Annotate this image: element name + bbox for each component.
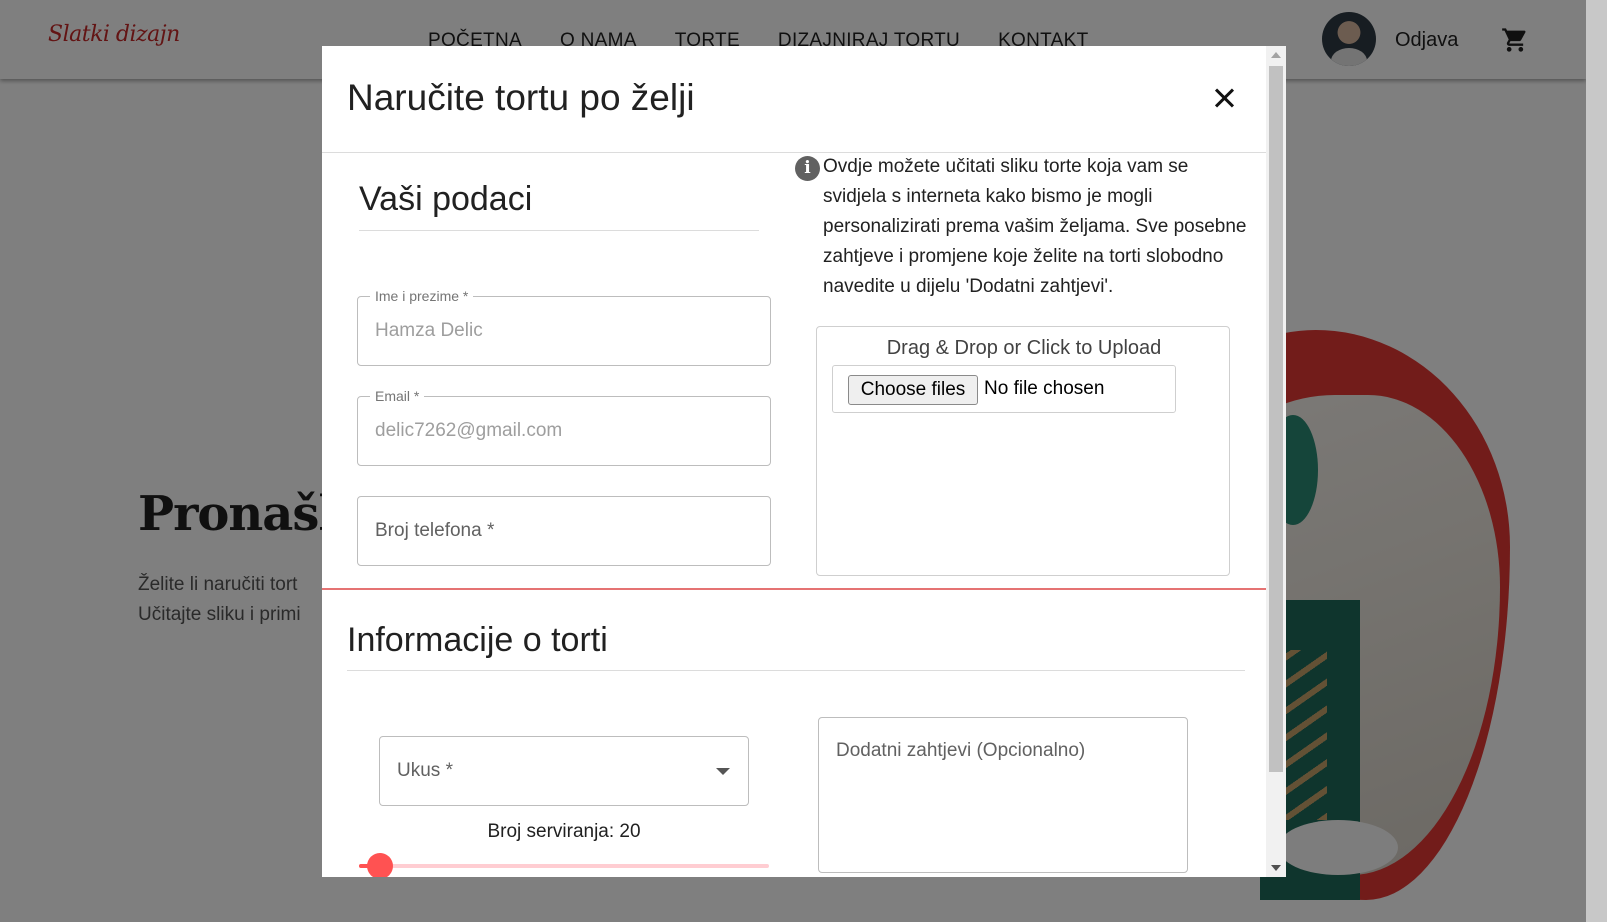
servings-label: Broj serviranja: 20: [487, 821, 641, 842]
extra-requests-textarea[interactable]: Dodatni zahtjevi (Opcionalno): [818, 717, 1188, 873]
phone-field[interactable]: Broj telefona *: [357, 496, 771, 566]
flavor-select[interactable]: Ukus *: [379, 736, 749, 806]
order-cake-modal: Naručite tortu po želji Vaši podaci Ime …: [322, 46, 1286, 877]
servings-slider[interactable]: [359, 853, 769, 877]
no-file-text: No file chosen: [984, 378, 1105, 399]
name-field-value: Hamza Delic: [375, 320, 483, 341]
page-scrollbar[interactable]: [1586, 0, 1607, 922]
email-field-value: delic7262@gmail.com: [375, 420, 563, 441]
upload-info-text: Ovdje možete učitati sliku torte koja va…: [823, 156, 1247, 297]
scroll-up-arrow-icon[interactable]: [1271, 52, 1281, 58]
section-divider: [322, 588, 1266, 590]
upload-dropzone-label: Drag & Drop or Click to Upload: [886, 337, 1162, 359]
close-icon[interactable]: [1211, 85, 1237, 111]
dropdown-arrow-icon: [716, 768, 730, 775]
modal-header: Naručite tortu po želji: [322, 46, 1266, 153]
modal-scrollbar-thumb[interactable]: [1269, 66, 1283, 772]
email-field-label: Email *: [370, 388, 425, 404]
file-input[interactable]: Choose files No file chosen: [832, 365, 1176, 413]
personal-section-title: Vaši podaci: [359, 180, 533, 218]
extra-requests-placeholder: Dodatni zahtjevi (Opcionalno): [836, 740, 1086, 761]
modal-title: Naručite tortu po želji: [347, 77, 695, 118]
email-field[interactable]: Email * delic7262@gmail.com: [357, 388, 771, 466]
choose-files-button[interactable]: Choose files: [848, 375, 978, 405]
flavor-select-label: Ukus *: [397, 760, 453, 781]
upload-dropzone[interactable]: Drag & Drop or Click to Upload Choose fi…: [816, 326, 1230, 576]
cake-section-divider: [347, 670, 1245, 671]
modal-scrollbar[interactable]: [1266, 46, 1286, 877]
cake-section-title: Informacije o torti: [347, 621, 608, 659]
name-field-label: Ime i prezime *: [370, 288, 474, 304]
info-icon: i: [795, 156, 820, 181]
scroll-down-arrow-icon[interactable]: [1271, 865, 1281, 871]
personal-section-divider: [359, 230, 759, 231]
name-field[interactable]: Ime i prezime * Hamza Delic: [357, 288, 771, 366]
servings-slider-thumb[interactable]: [366, 853, 393, 877]
phone-field-placeholder: Broj telefona *: [375, 520, 495, 541]
